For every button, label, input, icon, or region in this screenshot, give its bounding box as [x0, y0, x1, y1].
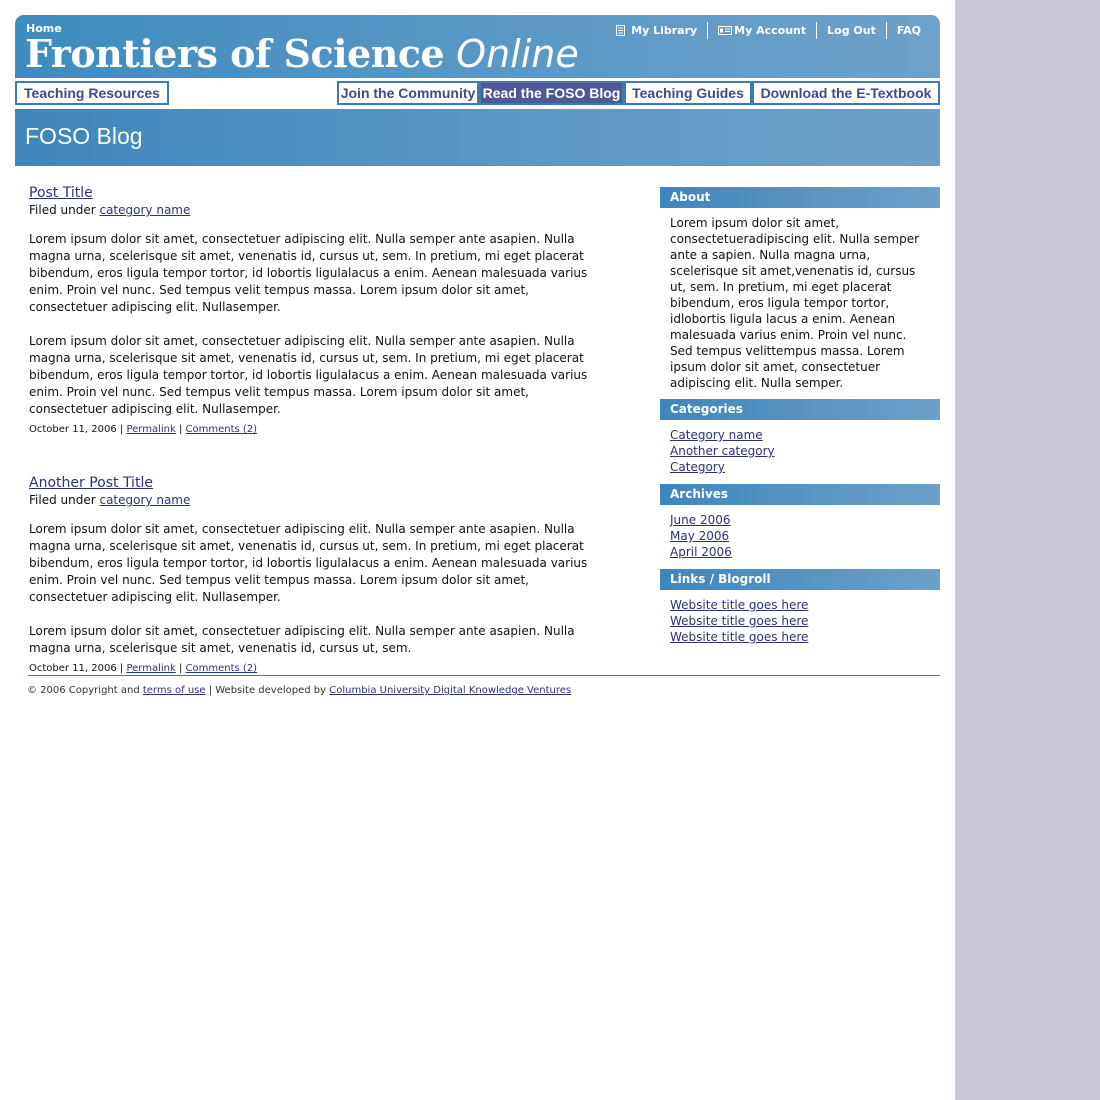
my-account-label: My Account	[734, 24, 807, 37]
categories-list: Category name Another category Category	[660, 420, 940, 484]
sidebar-item-archive[interactable]: June 2006	[670, 512, 930, 528]
tab-teaching-guides[interactable]: Teaching Guides	[624, 81, 752, 105]
post-paragraph: Lorem ipsum dolor sit amet, consectetuer…	[29, 624, 575, 655]
blog-post: Post Title Filed under category name Lor…	[29, 185, 599, 435]
terms-link[interactable]: terms of use	[143, 685, 206, 696]
utility-nav: My Library My Account Log Out FAQ	[605, 22, 931, 39]
log-out-label: Log Out	[827, 24, 876, 37]
archives-list: June 2006 May 2006 April 2006	[660, 505, 940, 569]
id-card-icon	[718, 25, 733, 36]
post-category-line: Filed under category name	[29, 493, 599, 507]
page-banner: FOSO Blog	[15, 109, 940, 166]
post-category-line: Filed under category name	[29, 203, 599, 217]
post-meta: October 11, 2006 | Permalink | Comments …	[29, 424, 258, 435]
page-container: Home Frontiers of Science Online My Libra…	[15, 15, 940, 166]
about-heading: About	[660, 187, 940, 208]
links-heading: Links / Blogroll	[660, 569, 940, 590]
site-title-italic: Online	[456, 32, 579, 76]
filed-under-label: Filed under	[29, 203, 96, 217]
copyright-text: © 2006 Copyright and	[27, 685, 140, 696]
sidebar-item-archive[interactable]: April 2006	[670, 544, 930, 560]
faq-label: FAQ	[896, 24, 921, 37]
post-paragraph: Lorem ipsum dolor sit amet, consectetuer…	[29, 334, 588, 416]
post-date: October 11, 2006	[29, 424, 117, 435]
site-title[interactable]: Frontiers of Science Online	[25, 31, 579, 77]
footer: © 2006 Copyright and terms of use | Webs…	[27, 685, 571, 696]
blog-post: Another Post Title Filed under category …	[29, 475, 599, 674]
post-date: October 11, 2006	[29, 663, 117, 674]
page-title: FOSO Blog	[25, 123, 143, 149]
page-gutter	[955, 0, 1100, 1100]
my-library-label: My Library	[631, 24, 698, 37]
archives-heading: Archives	[660, 484, 940, 505]
post-category-link[interactable]: category name	[99, 493, 190, 507]
log-out-link[interactable]: Log Out	[817, 24, 886, 37]
comments-link[interactable]: Comments (2)	[186, 663, 258, 674]
footer-divider	[28, 675, 940, 676]
sidebar-item-category[interactable]: Another category	[670, 443, 930, 459]
permalink-link[interactable]: Permalink	[126, 424, 175, 435]
developer-link[interactable]: Columbia University Digital Knowledge Ve…	[329, 685, 571, 696]
tab-download-etextbook[interactable]: Download the E-Textbook	[752, 81, 940, 105]
filed-under-label: Filed under	[29, 493, 96, 507]
blogroll-list: Website title goes here Website title go…	[660, 590, 940, 654]
my-library-link[interactable]: My Library	[605, 24, 707, 37]
comments-link[interactable]: Comments (2)	[186, 424, 258, 435]
tab-foso-blog[interactable]: Read the FOSO Blog	[479, 81, 624, 105]
my-account-link[interactable]: My Account	[708, 24, 816, 37]
site-header: Home Frontiers of Science Online My Libra…	[15, 15, 940, 78]
permalink-link[interactable]: Permalink	[126, 663, 175, 674]
post-title-link[interactable]: Post Title	[29, 185, 599, 201]
tab-teaching-resources[interactable]: Teaching Resources	[15, 81, 169, 105]
sidebar-item-archive[interactable]: May 2006	[670, 528, 930, 544]
post-category-link[interactable]: category name	[99, 203, 190, 217]
main-nav: Teaching Resources Join the Community Re…	[15, 81, 940, 106]
faq-link[interactable]: FAQ	[887, 24, 931, 37]
book-icon	[615, 25, 626, 36]
post-paragraph: Lorem ipsum dolor sit amet, consectetuer…	[29, 522, 588, 604]
sidebar-item-link[interactable]: Website title goes here	[670, 613, 930, 629]
sidebar-item-category[interactable]: Category	[670, 459, 930, 475]
sidebar-item-category[interactable]: Category name	[670, 427, 930, 443]
categories-heading: Categories	[660, 399, 940, 420]
tab-join-community[interactable]: Join the Community	[337, 81, 479, 105]
developed-by-text: | Website developed by	[208, 685, 327, 696]
post-paragraph: Lorem ipsum dolor sit amet, consectetuer…	[29, 232, 588, 314]
sidebar-item-link[interactable]: Website title goes here	[670, 597, 930, 613]
site-title-main: Frontiers of Science	[25, 31, 445, 76]
post-meta: October 11, 2006 | Permalink | Comments …	[29, 663, 258, 674]
about-text: Lorem ipsum dolor sit amet, consectetuer…	[670, 216, 920, 390]
post-title-link[interactable]: Another Post Title	[29, 475, 599, 491]
sidebar-item-link[interactable]: Website title goes here	[670, 629, 930, 645]
blog-content: Post Title Filed under category name Lor…	[29, 185, 599, 714]
sidebar: About Lorem ipsum dolor sit amet, consec…	[660, 187, 940, 654]
